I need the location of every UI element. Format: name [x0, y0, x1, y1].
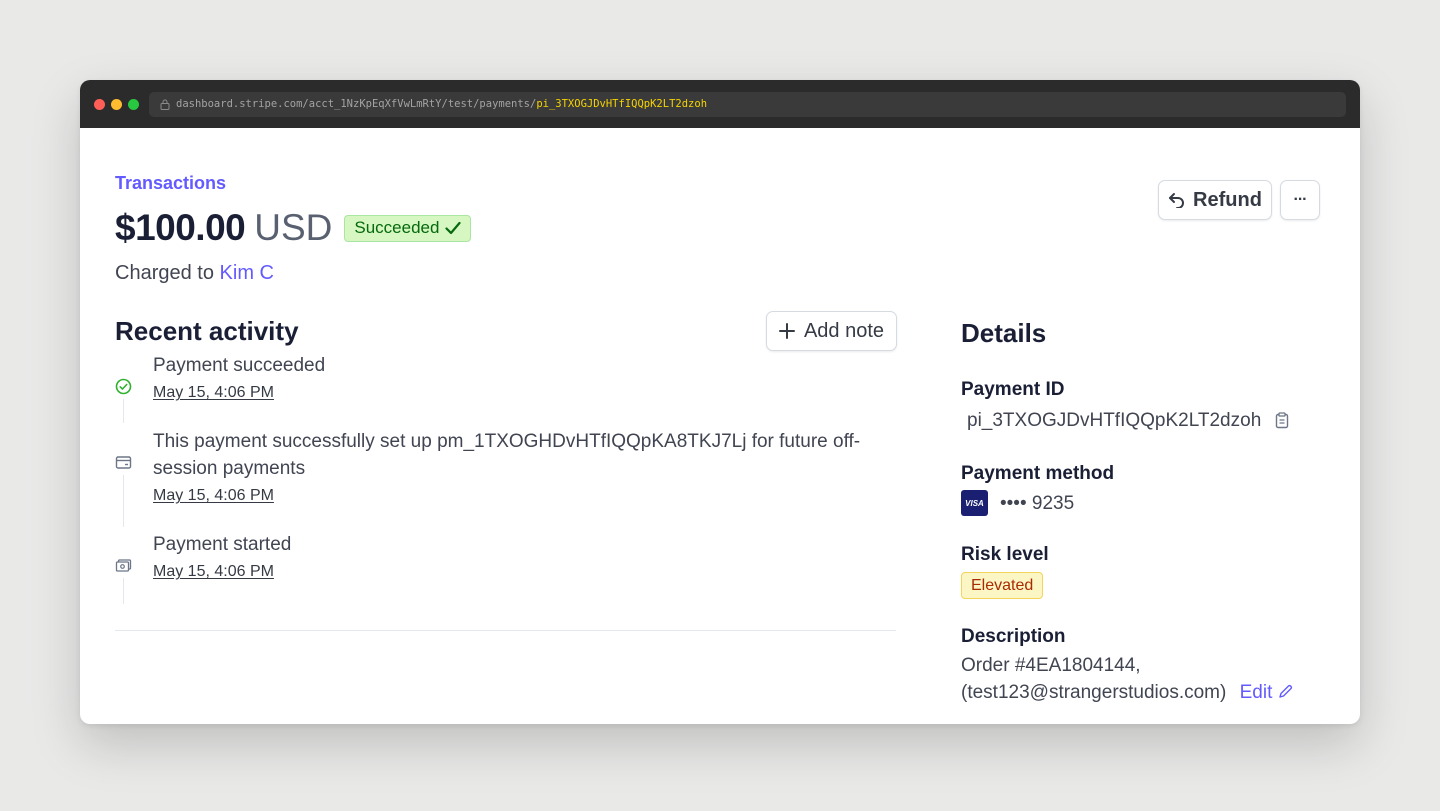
check-circle-icon	[115, 378, 132, 395]
url-text: dashboard.stripe.com/acct_1NzKpEqXfVwLmR…	[176, 98, 537, 110]
edit-label: Edit	[1239, 682, 1273, 703]
activity-item-text: This payment successfully set up pm_1TXO…	[153, 431, 861, 479]
description-line-2: (test123@strangerstudios.com) Edit	[961, 682, 1293, 704]
card-number: •••• 9235	[1000, 493, 1075, 514]
status-badge: Succeeded	[344, 214, 472, 242]
breadcrumb-transactions[interactable]: Transactions	[115, 173, 226, 194]
visa-card-icon: VISA	[961, 490, 988, 516]
risk-level-label: Risk level	[961, 544, 1049, 565]
risk-level-badge: Elevated	[961, 572, 1044, 599]
copy-icon[interactable]	[1275, 412, 1289, 429]
refund-label: Refund	[1193, 188, 1262, 211]
browser-window: dashboard.stripe.com/acct_1NzKpEqXfVwLmR…	[80, 80, 1360, 724]
lock-icon	[160, 99, 170, 110]
payment-currency: USD	[254, 207, 333, 248]
minimize-window-button[interactable]	[111, 99, 122, 110]
timeline-connector	[123, 578, 124, 604]
description-label: Description	[961, 626, 1066, 647]
refund-arrow-icon	[1169, 193, 1184, 208]
description-email: (test123@strangerstudios.com)	[961, 682, 1227, 703]
status-label: Succeeded	[354, 218, 440, 237]
activity-item-date[interactable]: May 15, 4:06 PM	[153, 563, 274, 581]
checkmark-icon	[445, 221, 462, 235]
plus-icon	[778, 323, 795, 339]
payment-method-label: Payment method	[961, 463, 1115, 484]
details-title: Details	[961, 318, 1047, 348]
refund-button[interactable]: Refund	[1158, 180, 1272, 220]
edit-description-link[interactable]: Edit	[1240, 682, 1293, 703]
charged-to: Charged to Kim C	[115, 262, 274, 285]
payment-id-label: Payment ID	[961, 379, 1065, 400]
add-note-button[interactable]: Add note	[766, 311, 897, 351]
maximize-window-button[interactable]	[128, 99, 139, 110]
payment-amount: $100.00	[115, 207, 246, 248]
activity-item-text: Payment succeeded	[153, 355, 326, 376]
activity-divider	[115, 630, 896, 631]
charged-to-label: Charged to	[115, 262, 214, 284]
cash-icon	[115, 559, 132, 572]
activity-item-date[interactable]: May 15, 4:06 PM	[153, 487, 274, 505]
customer-link[interactable]: Kim C	[220, 262, 274, 284]
payment-page: Transactions $100.00 USD Succeeded Charg…	[80, 128, 1360, 724]
close-window-button[interactable]	[94, 99, 105, 110]
activity-item-text: Payment started	[153, 534, 292, 555]
payment-id-value: pi_3TXOGJDvHTfIQQpK2LT2dzoh	[967, 410, 1262, 431]
activity-item-date[interactable]: May 15, 4:06 PM	[153, 384, 274, 402]
browser-titlebar: dashboard.stripe.com/acct_1NzKpEqXfVwLmR…	[80, 80, 1360, 128]
card-icon	[115, 456, 132, 469]
more-icon: ···	[1293, 191, 1308, 208]
add-note-label: Add note	[803, 319, 885, 342]
address-bar[interactable]: dashboard.stripe.com/acct_1NzKpEqXfVwLmR…	[149, 92, 1346, 117]
amount-row: $100.00 USD Succeeded	[115, 206, 472, 250]
timeline-connector	[123, 399, 124, 423]
timeline-connector	[123, 475, 124, 527]
more-actions-button[interactable]: ···	[1280, 180, 1320, 220]
pencil-icon	[1278, 684, 1292, 698]
url-highlight: pi_3TXOGJDvHTfIQQpK2LT2dzoh	[536, 98, 708, 110]
description-line-1: Order #4EA1804144,	[961, 655, 1141, 676]
recent-activity-title: Recent activity	[115, 316, 299, 346]
